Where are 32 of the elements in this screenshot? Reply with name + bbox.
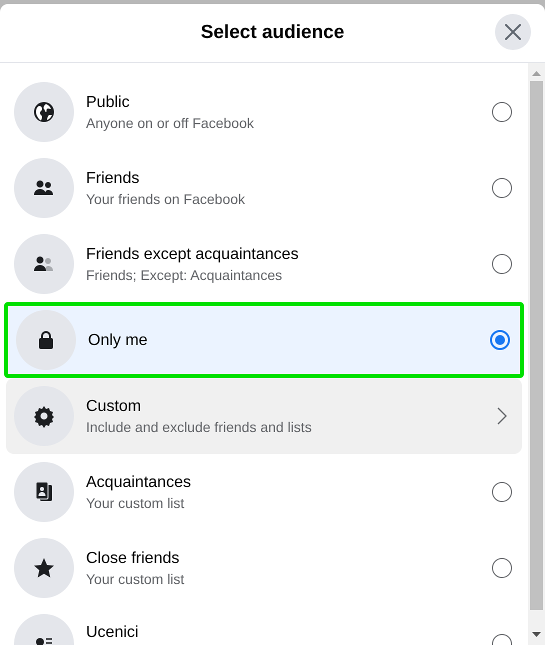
close-icon <box>505 24 521 40</box>
option-title: Custom <box>86 396 142 416</box>
option-title: Public <box>86 92 131 112</box>
option-title: Close friends <box>86 548 180 568</box>
radio-button[interactable] <box>492 178 512 198</box>
radio-button[interactable] <box>492 558 512 578</box>
option-subtitle: Your custom list <box>86 570 186 588</box>
audience-option[interactable]: Custom Include and exclude friends and lists <box>6 378 522 454</box>
option-title: Friends except acquaintances <box>86 244 300 264</box>
radio-button[interactable] <box>490 330 510 350</box>
globe-icon <box>32 100 56 124</box>
option-subtitle: Your friends on Facebook <box>86 190 246 208</box>
scrollbar-thumb[interactable] <box>530 81 543 610</box>
option-title: Acquaintances <box>86 472 192 492</box>
option-subtitle: Friends; Except: Acquaintances <box>86 266 284 284</box>
close-button[interactable] <box>495 14 531 50</box>
radio-button[interactable] <box>492 102 512 122</box>
option-subtitle: Your custom list <box>86 494 186 512</box>
radio-button[interactable] <box>492 482 512 502</box>
star-icon <box>32 556 56 580</box>
option-title: Friends <box>86 168 140 188</box>
radio-button[interactable] <box>492 254 512 274</box>
option-subtitle: Include and exclude friends and lists <box>86 418 313 436</box>
option-title: Only me <box>88 330 149 350</box>
scrollbar[interactable] <box>528 63 545 645</box>
audience-option[interactable]: Only me <box>4 302 524 378</box>
dialog-title: Select audience <box>200 20 344 45</box>
gear-icon <box>32 404 56 428</box>
option-subtitle: Anyone on or off Facebook <box>86 114 255 132</box>
option-title: Ucenici <box>86 623 140 643</box>
scroll-down-icon[interactable] <box>532 632 541 638</box>
chevron-right-icon <box>497 407 507 425</box>
